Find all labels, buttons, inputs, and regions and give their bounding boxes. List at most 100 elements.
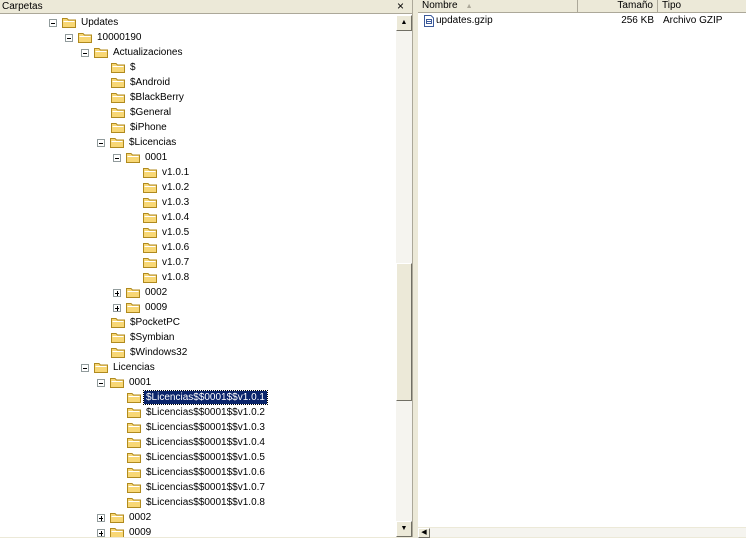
tree-vertical-scrollbar[interactable]: ▲ ▼ bbox=[396, 15, 412, 537]
tree-item[interactable]: $iPhone bbox=[111, 120, 169, 135]
tree-item[interactable]: $Licencias$$0001$$v1.0.8 bbox=[127, 495, 267, 510]
folder-icon bbox=[110, 378, 124, 388]
folder-icon bbox=[127, 438, 141, 448]
tree-item[interactable]: v1.0.4 bbox=[143, 210, 191, 225]
tree-item[interactable]: 0009 bbox=[113, 300, 169, 315]
folder-icon bbox=[78, 33, 92, 43]
tree-item-label: Actualizaciones bbox=[113, 47, 183, 58]
tree-item[interactable]: Licencias bbox=[81, 360, 157, 375]
tree-item-label: $Licencias bbox=[129, 137, 177, 148]
tree-item[interactable]: Updates bbox=[49, 15, 120, 30]
tree-item-label: 0009 bbox=[145, 302, 168, 313]
tree-item[interactable]: 0009 bbox=[97, 525, 153, 537]
tree-item-label: $Android bbox=[130, 77, 171, 88]
folder-icon bbox=[111, 93, 125, 103]
folder-icon bbox=[110, 138, 124, 148]
tree-item[interactable]: $Symbian bbox=[111, 330, 176, 345]
tree-item-label: $Licencias$$0001$$v1.0.4 bbox=[146, 437, 265, 448]
expand-plus-icon[interactable] bbox=[113, 303, 121, 312]
expand-plus-icon[interactable] bbox=[113, 288, 121, 297]
gzip-file-icon bbox=[424, 15, 434, 27]
tree-item[interactable]: 0002 bbox=[97, 510, 153, 525]
tree-item-label: $Licencias$$0001$$v1.0.1 bbox=[143, 390, 268, 405]
tree-item[interactable]: $Licencias$$0001$$v1.0.6 bbox=[127, 465, 267, 480]
collapse-minus-icon[interactable] bbox=[65, 33, 73, 42]
tree-item-label: 0002 bbox=[129, 512, 152, 523]
tree-item[interactable]: $ bbox=[111, 60, 138, 75]
column-header-size[interactable]: Tamaño bbox=[578, 0, 658, 12]
tree-item-label: $Licencias$$0001$$v1.0.2 bbox=[146, 407, 265, 418]
tree-item[interactable]: $Licencias bbox=[97, 135, 178, 150]
tree-item[interactable]: $Licencias$$0001$$v1.0.5 bbox=[127, 450, 267, 465]
folder-icon bbox=[143, 228, 157, 238]
folder-icon bbox=[62, 18, 76, 28]
scrollbar-thumb[interactable] bbox=[396, 263, 412, 401]
folder-icon bbox=[127, 498, 141, 508]
tree-item-label: $Licencias$$0001$$v1.0.5 bbox=[146, 452, 265, 463]
tree-item[interactable]: $Licencias$$0001$$v1.0.4 bbox=[127, 435, 267, 450]
tree-item[interactable]: $Licencias$$0001$$v1.0.3 bbox=[127, 420, 267, 435]
collapse-minus-icon[interactable] bbox=[97, 138, 105, 147]
scroll-down-arrow-icon[interactable]: ▼ bbox=[396, 521, 412, 537]
tree-item[interactable]: $BlackBerry bbox=[111, 90, 186, 105]
collapse-minus-icon[interactable] bbox=[81, 48, 89, 57]
tree-item[interactable]: v1.0.8 bbox=[143, 270, 191, 285]
folder-icon bbox=[111, 78, 125, 88]
folder-icon bbox=[94, 363, 108, 373]
tree-item-label: $Symbian bbox=[130, 332, 175, 343]
tree-item[interactable]: $Windows32 bbox=[111, 345, 189, 360]
folder-icon bbox=[110, 513, 124, 523]
tree-item[interactable]: v1.0.6 bbox=[143, 240, 191, 255]
folder-icon bbox=[143, 198, 157, 208]
tree-item[interactable]: 10000190 bbox=[65, 30, 144, 45]
tree-item-label: $iPhone bbox=[130, 122, 167, 133]
column-header-name[interactable]: Nombre ▲ bbox=[418, 0, 578, 12]
collapse-minus-icon[interactable] bbox=[81, 363, 89, 372]
folder-icon bbox=[143, 213, 157, 223]
files-horizontal-scrollbar[interactable]: ◀ bbox=[418, 527, 746, 538]
tree-item[interactable]: v1.0.2 bbox=[143, 180, 191, 195]
tree-item-label: v1.0.7 bbox=[162, 257, 190, 268]
collapse-minus-icon[interactable] bbox=[49, 18, 57, 27]
tree-item[interactable]: 0002 bbox=[113, 285, 169, 300]
close-icon[interactable]: × bbox=[397, 0, 404, 13]
tree-item[interactable]: v1.0.1 bbox=[143, 165, 191, 180]
folders-pane-header: Carpetas × bbox=[0, 0, 412, 14]
tree-item[interactable]: $Licencias$$0001$$v1.0.2 bbox=[127, 405, 267, 420]
folder-icon bbox=[143, 273, 157, 283]
scroll-up-arrow-icon[interactable]: ▲ bbox=[396, 15, 412, 31]
collapse-minus-icon[interactable] bbox=[97, 378, 105, 387]
tree-item-label: 0002 bbox=[145, 287, 168, 298]
tree-item-label: v1.0.1 bbox=[162, 167, 190, 178]
tree-item[interactable]: 0001 bbox=[97, 375, 153, 390]
file-row[interactable]: updates.gzip 256 KB Archivo GZIP bbox=[418, 14, 746, 28]
files-pane: Nombre ▲ Tamaño Tipo updates.gzip 256 KB … bbox=[418, 0, 746, 538]
collapse-minus-icon[interactable] bbox=[113, 153, 121, 162]
folder-tree: Updates 10000190 Actualizaciones $ $Android $… bbox=[0, 15, 396, 537]
tree-item[interactable]: 0001 bbox=[113, 150, 169, 165]
tree-item[interactable]: Actualizaciones bbox=[81, 45, 184, 60]
tree-item-label: 0001 bbox=[145, 152, 168, 163]
tree-item-label: v1.0.2 bbox=[162, 182, 190, 193]
folder-icon bbox=[143, 168, 157, 178]
tree-item[interactable]: v1.0.5 bbox=[143, 225, 191, 240]
tree-item-label: $ bbox=[130, 62, 136, 73]
folders-pane-title: Carpetas bbox=[2, 1, 43, 12]
file-size: 256 KB bbox=[621, 15, 654, 26]
folder-icon bbox=[127, 453, 141, 463]
expand-plus-icon[interactable] bbox=[97, 513, 105, 522]
tree-item[interactable]: $General bbox=[111, 105, 173, 120]
tree-item[interactable]: $Licencias$$0001$$v1.0.7 bbox=[127, 480, 267, 495]
folder-icon bbox=[111, 123, 125, 133]
tree-item[interactable]: $Android bbox=[111, 75, 172, 90]
folder-icon bbox=[111, 63, 125, 73]
folders-pane: Carpetas × Updates 10000190 Actualizacione… bbox=[0, 0, 412, 537]
tree-item[interactable]: $PocketPC bbox=[111, 315, 182, 330]
expand-plus-icon[interactable] bbox=[97, 528, 105, 537]
tree-item[interactable]: $Licencias$$0001$$v1.0.1 bbox=[127, 390, 268, 405]
tree-item[interactable]: v1.0.7 bbox=[143, 255, 191, 270]
column-headers: Nombre ▲ Tamaño Tipo bbox=[418, 0, 746, 13]
column-header-type[interactable]: Tipo bbox=[658, 0, 746, 12]
folder-icon bbox=[94, 48, 108, 58]
tree-item[interactable]: v1.0.3 bbox=[143, 195, 191, 210]
